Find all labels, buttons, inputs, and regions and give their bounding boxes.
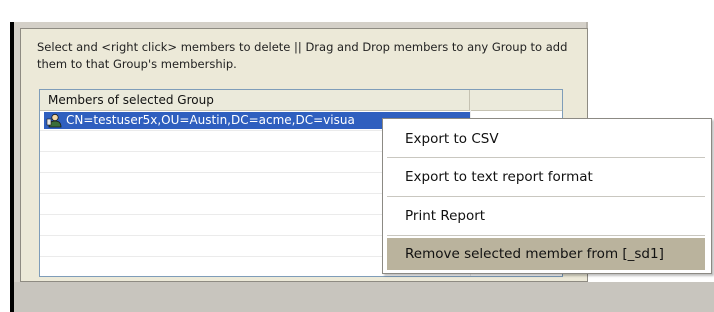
menu-item-remove-member[interactable]: Remove selected member from [_sd1] (387, 238, 705, 270)
menu-separator (387, 235, 705, 236)
menu-item-export-text-report[interactable]: Export to text report format (387, 161, 705, 193)
member-name: CN=testuser5x,OU=Austin,DC=acme,DC=visua (66, 113, 355, 127)
user-icon (46, 113, 62, 128)
bottom-band (14, 282, 714, 312)
cropped-caption-strip (0, 0, 714, 22)
menu-separator (387, 157, 705, 158)
instructions-text: Select and <right click> members to dele… (37, 40, 568, 71)
menu-separator (387, 196, 705, 197)
context-menu: Export to CSV Export to text report form… (382, 118, 712, 274)
column-header-empty[interactable] (471, 90, 562, 110)
menu-item-print-report[interactable]: Print Report (387, 200, 705, 232)
list-header: Members of selected Group (40, 90, 562, 111)
menu-item-export-csv[interactable]: Export to CSV (387, 123, 705, 155)
column-header-members[interactable]: Members of selected Group (40, 90, 470, 110)
